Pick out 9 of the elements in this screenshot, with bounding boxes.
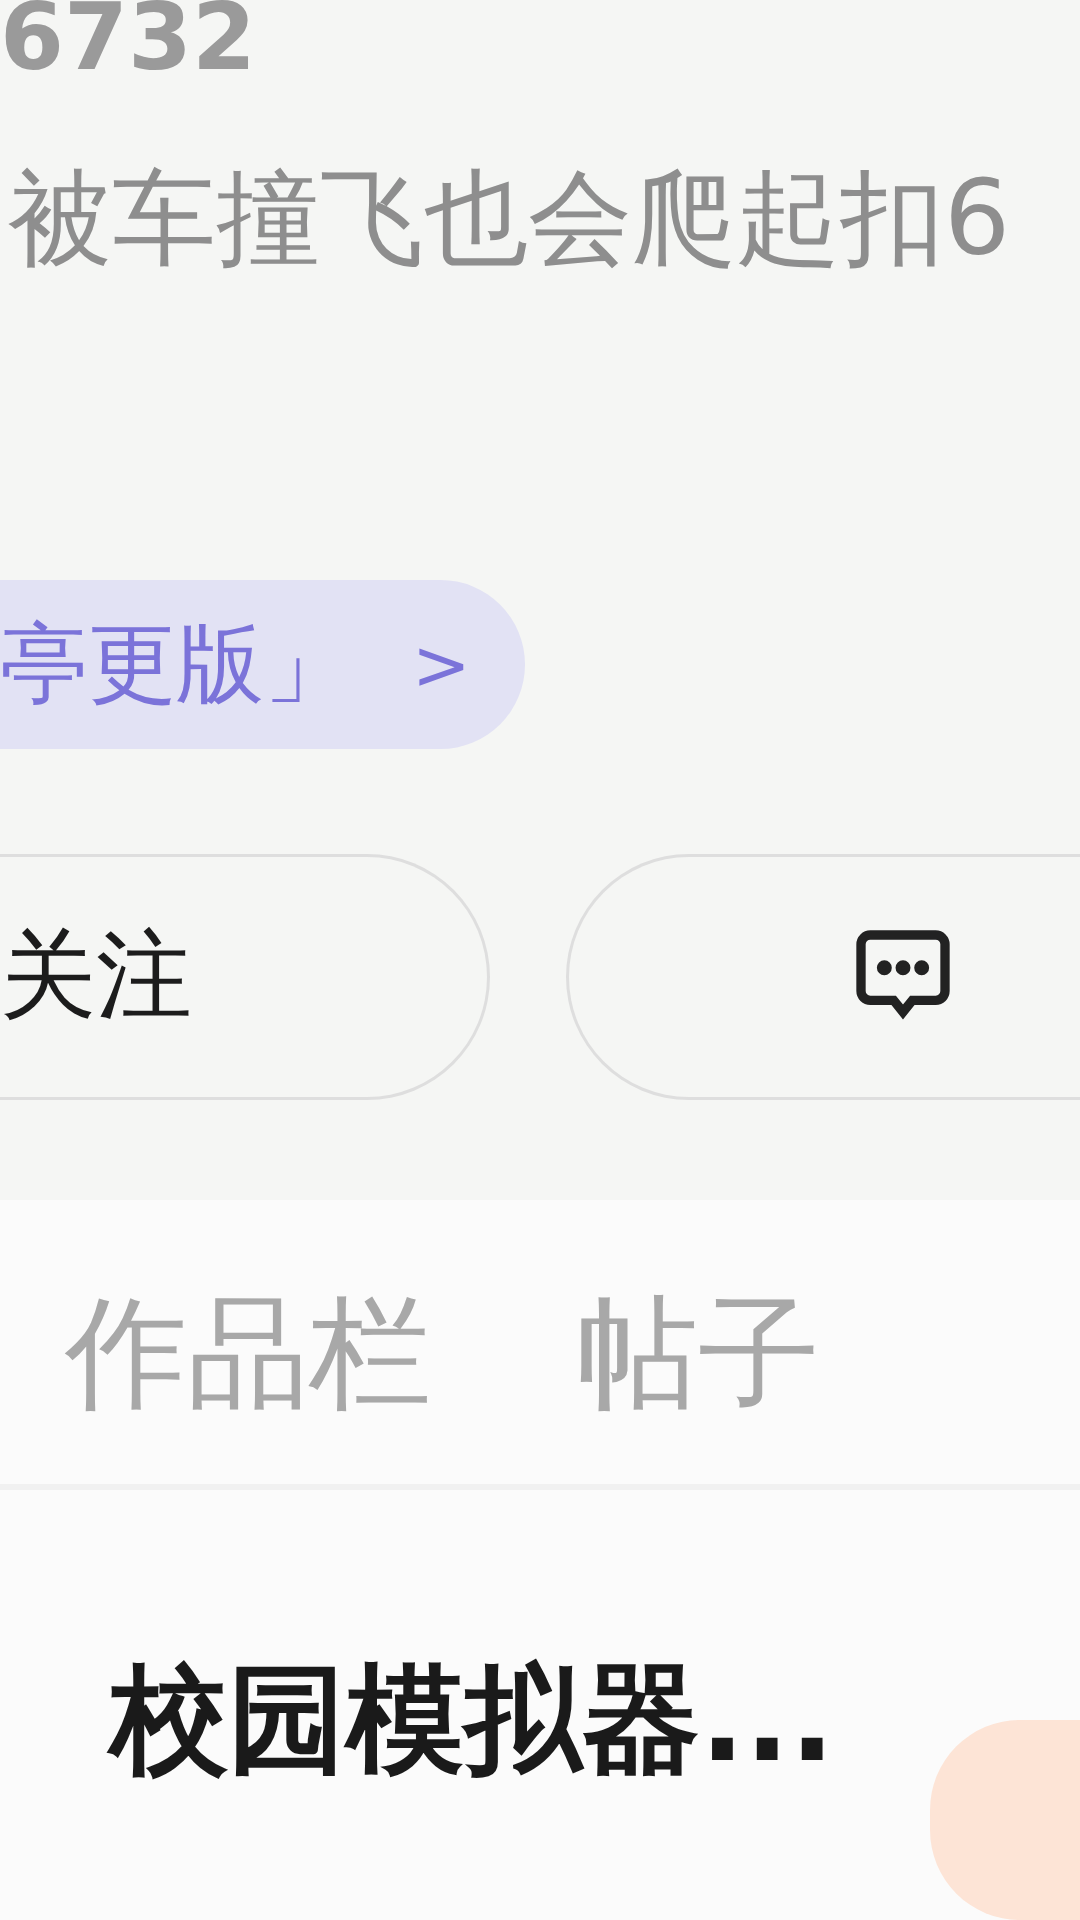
bio-text: 被车撞飞也会爬起扣6 <box>8 166 1012 270</box>
link-pill-label: 亭更版」 <box>0 611 352 717</box>
tab[interactable]: 帖子 <box>576 1290 820 1415</box>
tab[interactable]: 作品栏 <box>65 1290 431 1415</box>
chevron-icon: > <box>412 623 471 706</box>
message-button[interactable] <box>565 854 1080 1100</box>
user-id-text: 6732 <box>0 0 258 84</box>
link-pill[interactable]: 亭更版」 > <box>0 580 525 749</box>
follow-button[interactable]: 关注 <box>0 854 490 1100</box>
